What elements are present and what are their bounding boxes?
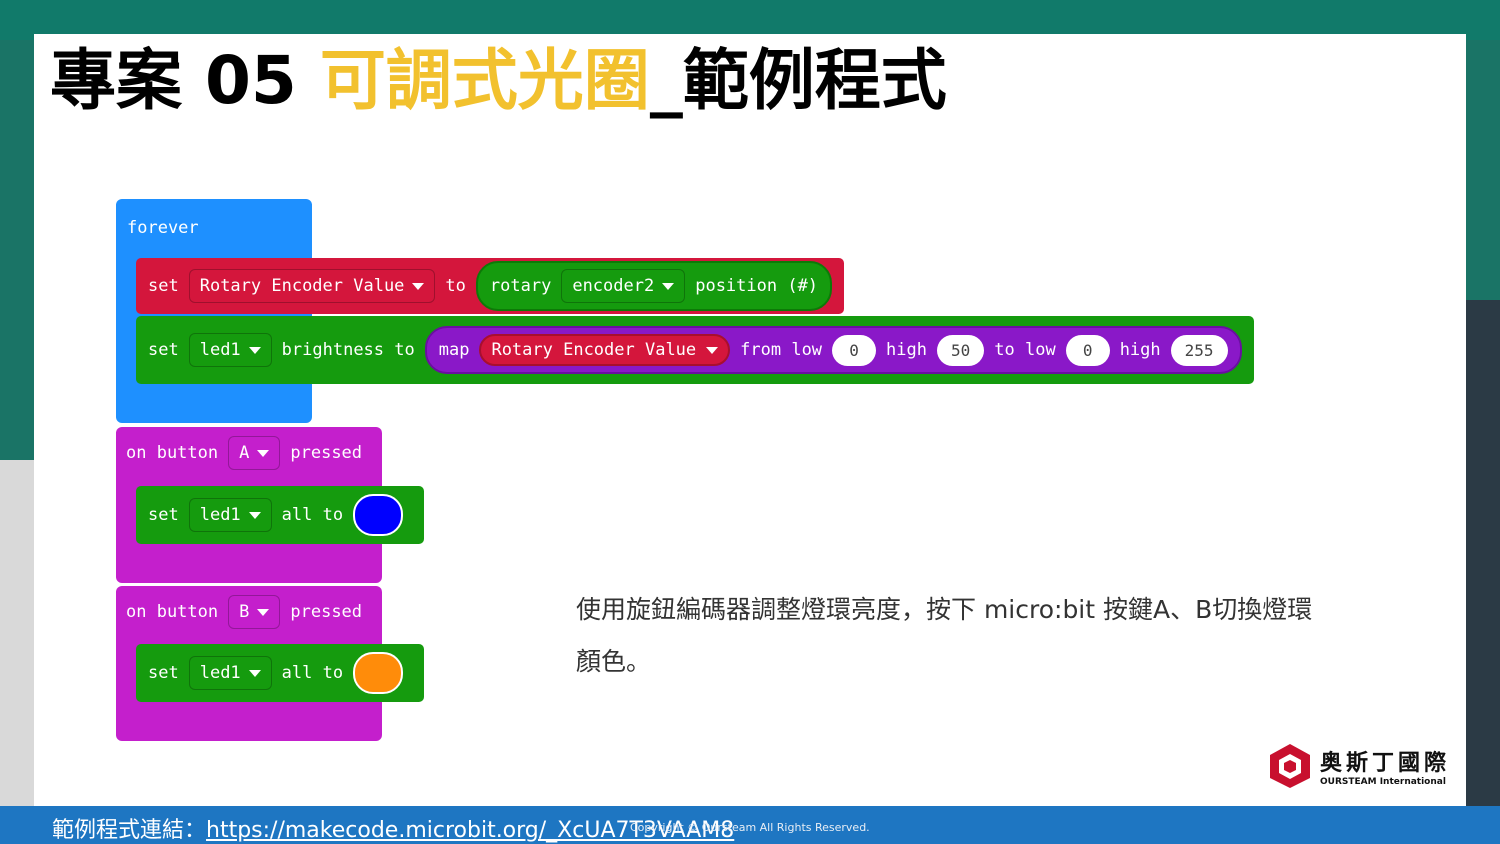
on-button-keyword: on button — [126, 602, 219, 622]
high-keyword: high — [886, 340, 927, 360]
from-high-input[interactable]: 50 — [937, 334, 985, 366]
from-low-keyword: from low — [740, 340, 823, 360]
title-prefix: 專案 05 — [50, 42, 320, 119]
led-dropdown-label: led1 — [199, 505, 241, 525]
position-keyword: position (#) — [695, 276, 819, 296]
led-dropdown[interactable]: led1 — [188, 498, 272, 532]
encoder-value-label: Rotary Encoder Value — [491, 340, 697, 360]
logo-name-cn: 奥斯丁國際 — [1320, 751, 1451, 776]
chevron-down-icon — [662, 282, 675, 290]
map-keyword: map — [438, 340, 470, 360]
to-low-input[interactable]: 0 — [1065, 334, 1110, 366]
map-reporter[interactable]: map Rotary Encoder Value from low 0 high… — [424, 326, 1242, 374]
led-dropdown[interactable]: led1 — [188, 333, 272, 367]
chevron-down-icon — [248, 669, 261, 677]
led-dropdown-label: led1 — [199, 340, 241, 360]
slide-title: 專案 05 可調式光圈_範例程式 — [50, 48, 947, 114]
all-to-keyword: all to — [281, 505, 344, 525]
set-keyword: set — [148, 663, 179, 683]
to-high-input[interactable]: 255 — [1170, 334, 1228, 366]
button-a-label: A — [239, 443, 250, 463]
from-low-input[interactable]: 0 — [832, 334, 877, 366]
logo-name-en: OURSTEAM International — [1320, 777, 1446, 787]
description-text: 使用旋鈕編碼器調整燈環亮度，按下 micro:bit 按鍵A、B切換燈環顏色。 — [576, 595, 1313, 676]
button-b-label: B — [239, 602, 250, 622]
footer-label: 範例程式連結： — [52, 818, 207, 843]
to-keyword: to — [445, 276, 466, 296]
on-button-a-header: on button A pressed — [126, 436, 362, 470]
chevron-down-icon — [257, 449, 270, 457]
company-logo: 奥斯丁國際 OURSTEAM International — [1268, 742, 1450, 790]
pressed-keyword: pressed — [290, 443, 363, 463]
set-color-blue-block[interactable]: set led1 all to — [136, 486, 424, 544]
on-button-keyword: on button — [126, 443, 219, 463]
encoder-dropdown[interactable]: encoder2 — [561, 269, 686, 303]
encoder-dropdown-label: encoder2 — [572, 276, 655, 296]
set-color-orange-block[interactable]: set led1 all to — [136, 644, 424, 702]
cube-logo-icon — [1270, 744, 1310, 788]
all-to-keyword: all to — [281, 663, 344, 683]
title-suffix: _範例程式 — [649, 42, 947, 119]
rotary-keyword: rotary — [489, 276, 552, 296]
button-b-dropdown[interactable]: B — [228, 595, 281, 629]
variable-dropdown-label: Rotary Encoder Value — [199, 276, 405, 296]
copyright-text: Copyright © Oursteam All Rights Reserved… — [630, 821, 870, 834]
pressed-keyword: pressed — [290, 602, 363, 622]
high2-keyword: high — [1119, 340, 1161, 360]
set-encoder-value-block[interactable]: set Rotary Encoder Value to rotary encod… — [136, 258, 845, 314]
forever-label: forever — [127, 218, 199, 238]
led-dropdown-label: led1 — [199, 663, 241, 683]
set-keyword: set — [148, 276, 179, 296]
color-swatch-orange[interactable] — [353, 652, 404, 694]
chevron-down-icon — [257, 608, 270, 616]
chevron-down-icon — [706, 346, 719, 354]
chevron-down-icon — [412, 282, 425, 290]
set-brightness-block[interactable]: set led1 brightness to map Rotary Encode… — [136, 316, 1254, 384]
background-band-right — [1460, 300, 1500, 844]
encoder-value-reporter[interactable]: Rotary Encoder Value — [479, 334, 731, 366]
on-button-b-header: on button B pressed — [126, 595, 362, 629]
variable-dropdown[interactable]: Rotary Encoder Value — [188, 269, 436, 303]
chevron-down-icon — [248, 346, 261, 354]
set-keyword: set — [148, 505, 179, 525]
set-keyword: set — [148, 340, 179, 360]
chevron-down-icon — [248, 511, 261, 519]
button-a-dropdown[interactable]: A — [228, 436, 281, 470]
title-highlight: 可調式光圈 — [319, 42, 650, 119]
color-swatch-blue[interactable] — [353, 494, 404, 536]
to-low-keyword: to low — [994, 340, 1056, 360]
rotary-position-reporter[interactable]: rotary encoder2 position (#) — [475, 261, 833, 311]
led-dropdown[interactable]: led1 — [188, 656, 272, 690]
brightness-keyword: brightness to — [281, 340, 415, 360]
